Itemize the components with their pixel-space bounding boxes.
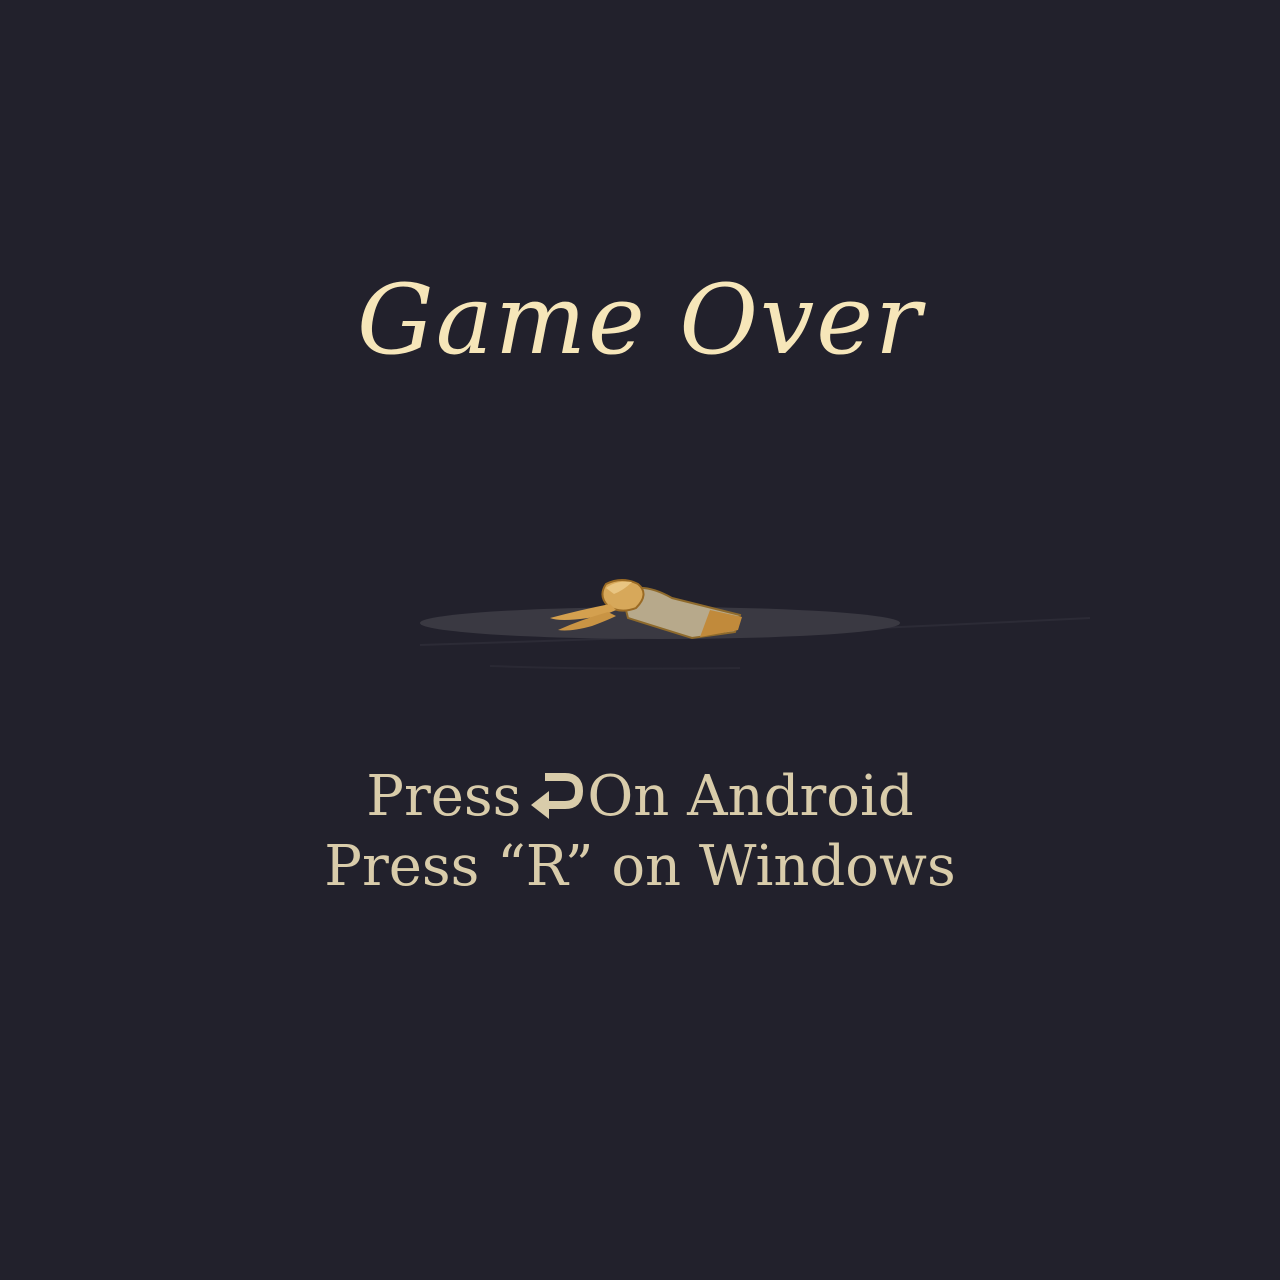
android-instruction: Press On Android	[0, 762, 1280, 832]
android-instruction-suffix: On Android	[587, 764, 914, 829]
fallen-character-sprite	[419, 579, 1091, 670]
game-over-screen: Game Over Press On Android Press “R” on …	[0, 0, 1280, 1280]
back-arrow-icon	[531, 773, 584, 819]
game-over-title: Game Over	[357, 264, 923, 376]
restart-instructions: Press On Android Press “R” on Windows	[0, 762, 1280, 902]
windows-instruction: Press “R” on Windows	[324, 834, 956, 899]
android-instruction-prefix: Press	[366, 764, 522, 829]
floor-line	[489, 665, 741, 670]
